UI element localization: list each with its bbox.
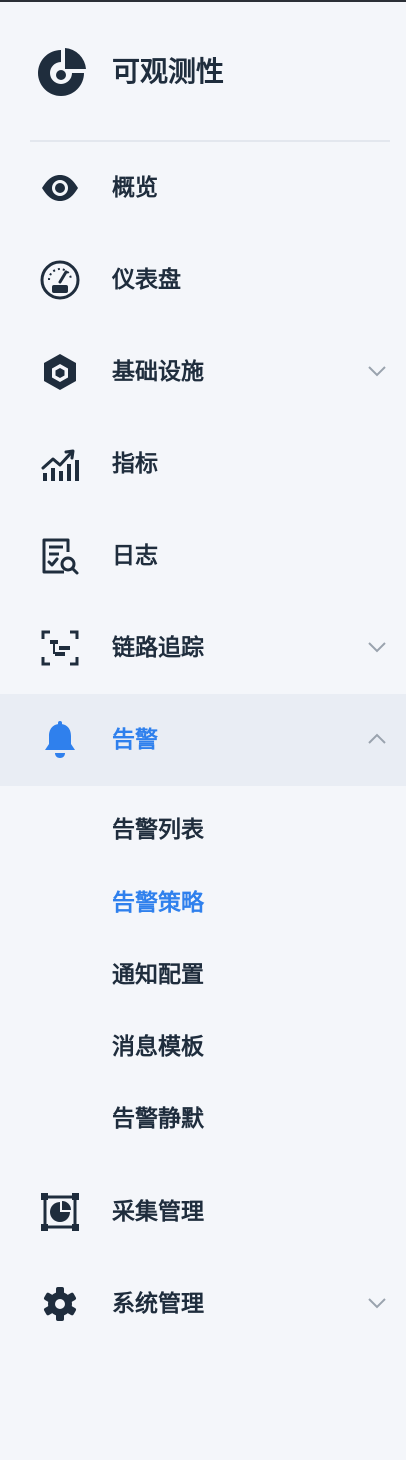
donut-chart-icon — [34, 46, 88, 100]
nav-item-tracing[interactable]: 链路追踪 — [0, 602, 406, 694]
chevron-down-icon[interactable] — [366, 636, 388, 658]
nav-item-infrastructure[interactable]: 基础设施 — [0, 326, 406, 418]
nav-label-system: 系统管理 — [112, 1291, 204, 1317]
chevron-up-icon[interactable] — [366, 728, 388, 750]
nav-item-logs[interactable]: 日志 — [0, 510, 406, 602]
chevron-down-icon[interactable] — [366, 1292, 388, 1314]
nav-label-tracing: 链路追踪 — [112, 635, 204, 661]
window-top-border — [0, 0, 406, 2]
cube-icon — [38, 350, 82, 394]
collect-icon — [38, 1190, 82, 1234]
subnav-item-alert-list[interactable]: 告警列表 — [112, 812, 204, 848]
nav-label-logs: 日志 — [112, 543, 158, 569]
app-title: 可观测性 — [112, 55, 225, 88]
chart-up-icon — [38, 442, 82, 486]
nav-item-metrics[interactable]: 指标 — [0, 418, 406, 510]
subnav-item-alert-policy[interactable]: 告警策略 — [112, 885, 204, 921]
nav-label-collection: 采集管理 — [112, 1199, 204, 1225]
bell-icon — [38, 718, 82, 762]
nav-label-infrastructure: 基础设施 — [112, 359, 204, 385]
nav-item-overview[interactable]: 概览 — [0, 142, 406, 234]
subnav-item-message-template[interactable]: 消息模板 — [112, 1029, 204, 1065]
nav-item-alerts[interactable]: 告警 — [0, 694, 406, 786]
subnav-item-alert-silence[interactable]: 告警静默 — [112, 1101, 204, 1137]
nav-item-system[interactable]: 系统管理 — [0, 1258, 406, 1350]
trace-icon — [38, 626, 82, 670]
nav-label-metrics: 指标 — [112, 451, 158, 477]
chevron-down-icon[interactable] — [366, 360, 388, 382]
log-search-icon — [38, 534, 82, 578]
nav-label-dashboard: 仪表盘 — [112, 267, 181, 293]
subnav-item-notification-config[interactable]: 通知配置 — [112, 957, 204, 993]
gear-icon — [38, 1282, 82, 1326]
nav-label-alerts: 告警 — [112, 727, 158, 753]
nav-item-collection[interactable]: 采集管理 — [0, 1166, 406, 1258]
eye-icon — [38, 166, 82, 210]
nav-item-dashboard[interactable]: 仪表盘 — [0, 234, 406, 326]
gauge-icon — [38, 258, 82, 302]
nav-label-overview: 概览 — [112, 175, 158, 201]
